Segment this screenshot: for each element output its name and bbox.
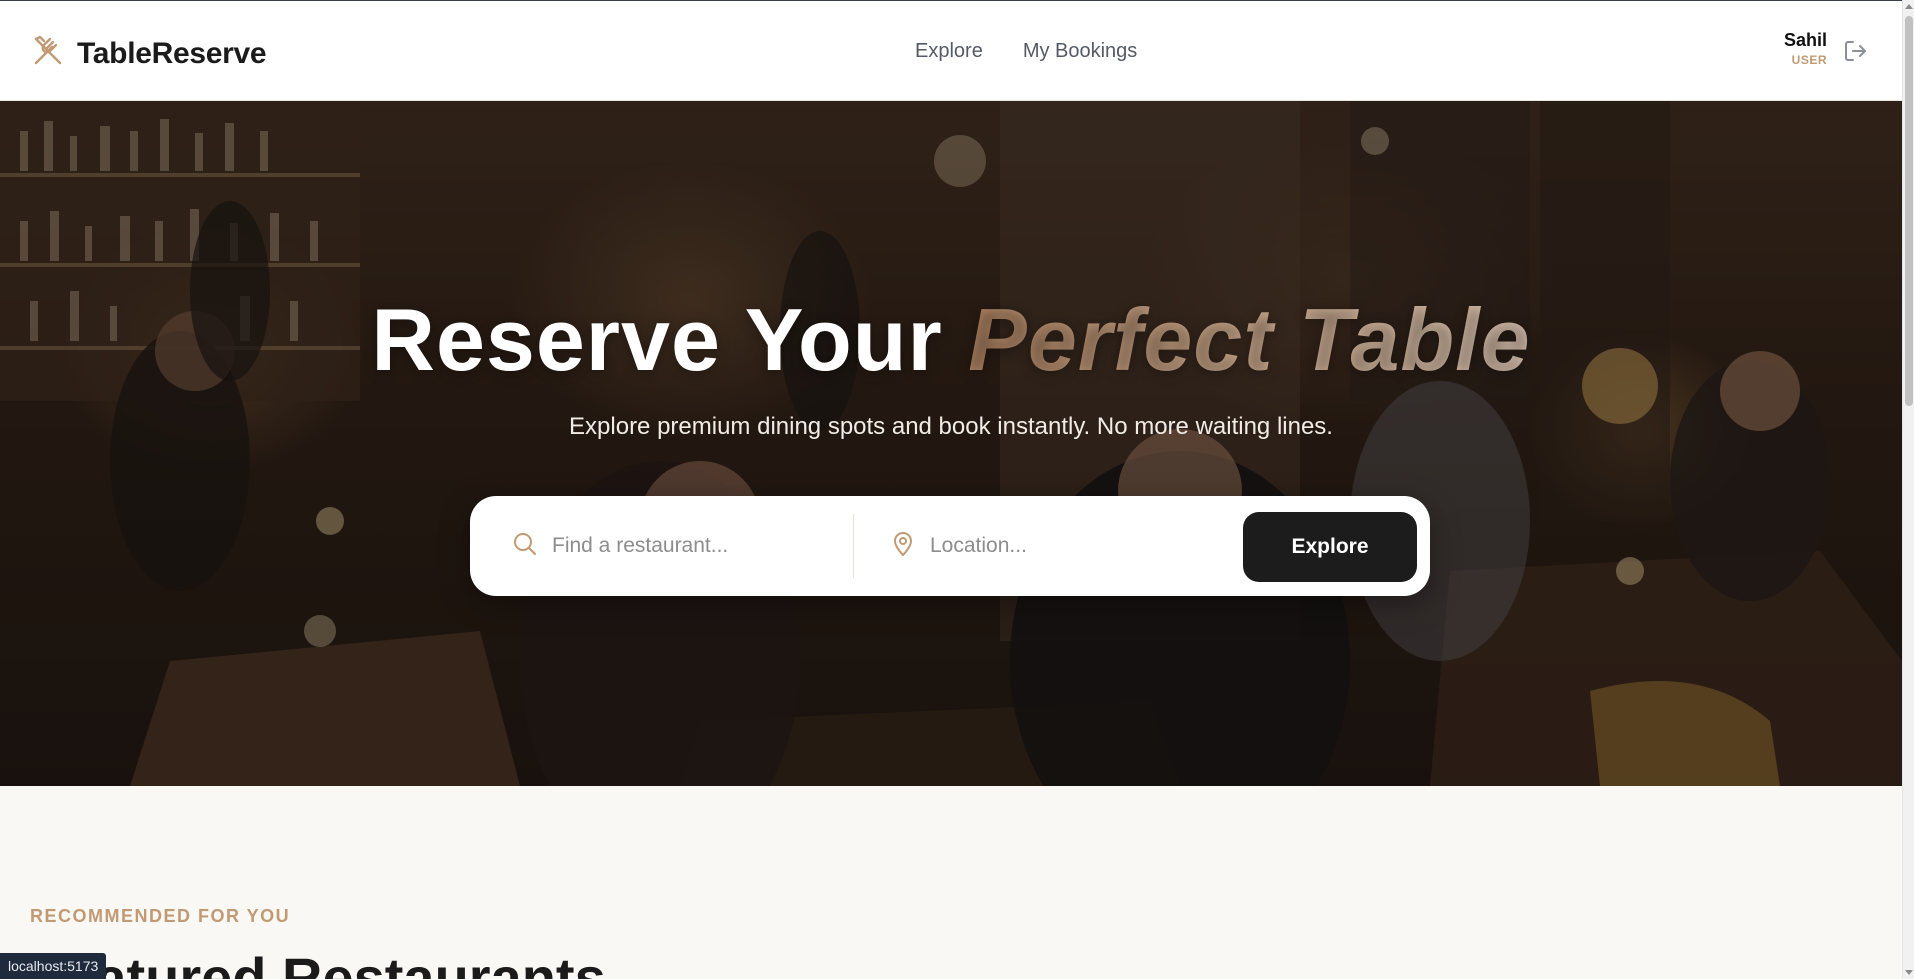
location-field	[890, 496, 1220, 596]
search-bar: Explore	[470, 496, 1430, 596]
restaurant-search-input[interactable]	[552, 534, 832, 558]
section-title: Featured Restaurants	[30, 946, 606, 979]
hero-section: Reserve Your Perfect Table Explore premi…	[0, 101, 1902, 786]
user-info: Sahil USER	[1784, 30, 1827, 67]
hero-overlay	[0, 101, 1902, 786]
logout-icon[interactable]	[1842, 37, 1870, 65]
brand-name: TableReserve	[77, 36, 267, 70]
hero-title-plain: Reserve Your	[371, 290, 943, 389]
link-status-bar: localhost:5173	[0, 953, 107, 979]
scroll-down-arrow-icon[interactable]	[1905, 970, 1913, 975]
nav-my-bookings[interactable]: My Bookings	[1023, 40, 1138, 63]
restaurant-search-field	[512, 496, 852, 596]
map-pin-icon	[890, 531, 916, 562]
scroll-up-arrow-icon[interactable]	[1905, 4, 1913, 9]
user-name: Sahil	[1783, 30, 1827, 50]
hero-subtitle: Explore premium dining spots and book in…	[569, 413, 1333, 440]
nav-explore[interactable]: Explore	[915, 40, 983, 63]
utensils-icon	[30, 33, 66, 74]
site-header: TableReserve Explore My Bookings Sahil U…	[0, 1, 1902, 101]
user-role-badge: USER	[1791, 53, 1827, 67]
page-scrollbar[interactable]	[1902, 0, 1914, 979]
explore-search-button[interactable]: Explore	[1243, 512, 1417, 582]
section-kicker: RECOMMENDED FOR YOU	[30, 906, 291, 926]
page: TableReserve Explore My Bookings Sahil U…	[0, 0, 1914, 979]
scrollbar-thumb[interactable]	[1905, 16, 1913, 406]
search-divider	[853, 514, 854, 578]
search-icon	[512, 531, 538, 562]
hero-title: Reserve Your Perfect Table	[0, 289, 1902, 391]
hero-title-accent: Perfect Table	[968, 290, 1531, 389]
main-nav: Explore My Bookings	[915, 40, 1177, 63]
brand-logo[interactable]: TableReserve	[30, 33, 267, 74]
location-input[interactable]	[930, 534, 1210, 558]
